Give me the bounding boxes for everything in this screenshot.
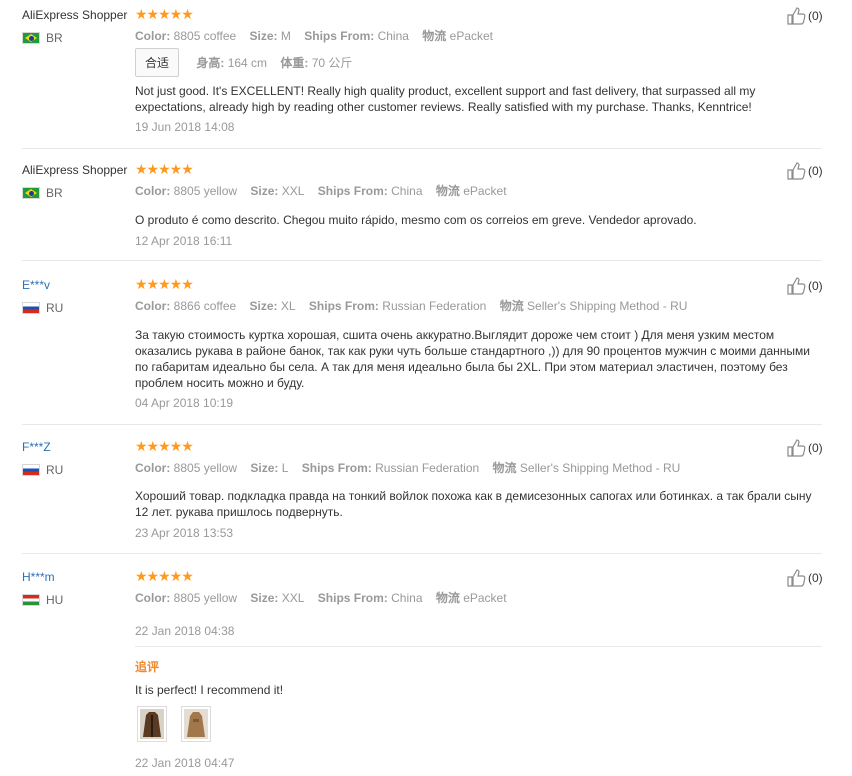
thumbs-up-icon <box>787 439 806 457</box>
brazil-flag-icon <box>22 187 40 199</box>
reviewer-country: BR <box>22 31 63 45</box>
additional-review-label: 追评 <box>135 660 160 674</box>
divider <box>22 148 822 149</box>
order-attributes: Color: 8805 yellow Size: XXL Ships From:… <box>135 591 507 605</box>
country-code: BR <box>46 186 63 200</box>
review-text: За такую стоимость куртка хорошая, сшита… <box>135 328 811 390</box>
helpful-button[interactable]: (0) <box>786 568 823 588</box>
reviewer-name[interactable]: E***v <box>22 278 50 292</box>
country-code: RU <box>46 463 64 477</box>
review-photo-thumbnail[interactable] <box>137 706 167 742</box>
review-text: Not just good. It's EXCELLENT! Really hi… <box>135 84 756 114</box>
helpful-button[interactable]: (0) <box>786 6 823 26</box>
helpful-count: (0) <box>808 279 823 293</box>
brazil-flag-icon <box>22 32 40 44</box>
hungary-flag-icon <box>22 594 40 606</box>
rating-stars: ★★★★★ <box>135 6 194 22</box>
reviewer-name[interactable]: H***m <box>22 570 55 584</box>
helpful-button[interactable]: (0) <box>786 276 823 296</box>
rating-stars: ★★★★★ <box>135 568 194 584</box>
helpful-button[interactable]: (0) <box>786 438 823 458</box>
divider <box>22 553 822 554</box>
country-code: BR <box>46 31 63 45</box>
reviewer-country: RU <box>22 301 63 315</box>
country-code: RU <box>46 301 64 315</box>
reviewer-country: HU <box>22 593 63 607</box>
order-attributes: Color: 8866 coffee Size: XL Ships From: … <box>135 299 688 313</box>
review-date: 12 Apr 2018 16:11 <box>135 234 233 248</box>
order-attributes: Color: 8805 yellow Size: L Ships From: R… <box>135 461 681 475</box>
thumbs-up-icon <box>787 277 806 295</box>
rating-stars: ★★★★★ <box>135 438 194 454</box>
jacket-photo-icon <box>140 709 164 739</box>
review-text: O produto é como descrito. Chegou muito … <box>135 213 697 227</box>
russia-flag-icon <box>22 302 40 314</box>
helpful-count: (0) <box>808 9 823 23</box>
reviewer-country: BR <box>22 186 63 200</box>
thumbs-up-icon <box>787 569 806 587</box>
review-photo-thumbnail[interactable] <box>181 706 211 742</box>
additional-review-text: It is perfect! I recommend it! <box>135 683 284 697</box>
helpful-count: (0) <box>808 164 823 178</box>
fit-info: 合适 身高: 164 cm 体重: 70 公斤 <box>135 48 362 77</box>
reviewer-name: AliExpress Shopper <box>22 163 128 177</box>
review-date: 23 Apr 2018 13:53 <box>135 526 234 540</box>
helpful-button[interactable]: (0) <box>786 161 823 181</box>
reviewer-name: AliExpress Shopper <box>22 8 128 22</box>
review-date: 19 Jun 2018 14:08 <box>135 120 235 134</box>
thumbs-up-icon <box>787 162 806 180</box>
helpful-count: (0) <box>808 571 823 585</box>
divider <box>135 646 822 647</box>
russia-flag-icon <box>22 464 40 476</box>
order-attributes: Color: 8805 yellow Size: XXL Ships From:… <box>135 184 507 198</box>
reviewer-country: RU <box>22 463 63 477</box>
thumbs-up-icon <box>787 7 806 25</box>
country-code: HU <box>46 593 64 607</box>
divider <box>22 260 822 261</box>
reviewer-name[interactable]: F***Z <box>22 440 51 454</box>
review-date: 22 Jan 2018 04:38 <box>135 624 235 638</box>
review-date: 04 Apr 2018 10:19 <box>135 396 234 410</box>
rating-stars: ★★★★★ <box>135 276 194 292</box>
rating-stars: ★★★★★ <box>135 161 194 177</box>
fit-badge: 合适 <box>135 48 180 77</box>
order-attributes: Color: 8805 coffee Size: M Ships From: C… <box>135 29 494 43</box>
helpful-count: (0) <box>808 441 823 455</box>
additional-review-date: 22 Jan 2018 04:47 <box>135 756 235 770</box>
divider <box>22 424 822 425</box>
jacket-photo-icon <box>184 709 208 739</box>
review-text: Хороший товар. подкладка правда на тонки… <box>135 489 812 519</box>
